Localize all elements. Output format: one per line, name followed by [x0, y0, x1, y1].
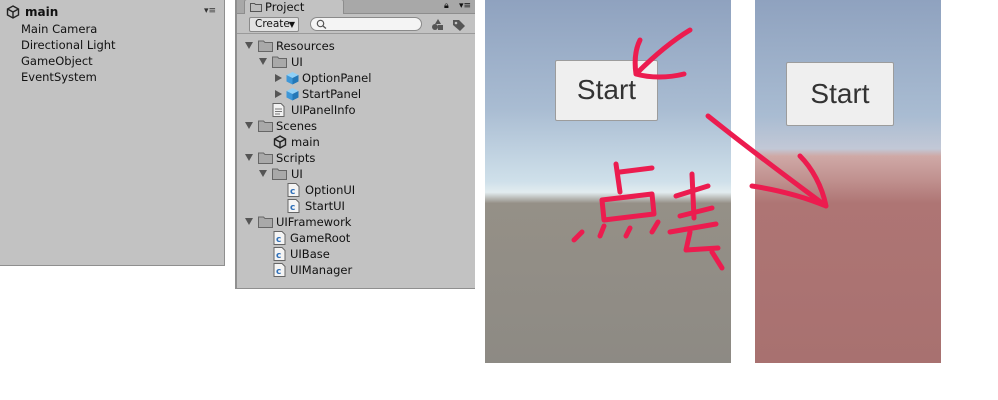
filter-by-label-icon[interactable] — [451, 17, 467, 32]
script-icon: c — [287, 183, 300, 197]
menu-icon[interactable]: ▾≡ — [204, 6, 216, 16]
folder-icon — [272, 168, 287, 180]
hierarchy-item-gameobject[interactable]: GameObject — [21, 53, 93, 69]
filter-by-type-icon[interactable] — [430, 17, 446, 32]
tree-label: StartPanel — [302, 87, 362, 101]
hierarchy-item-main-camera[interactable]: Main Camera — [21, 21, 97, 37]
folder-icon — [258, 120, 273, 132]
tree-label: OptionPanel — [302, 71, 372, 85]
expand-arrow-icon[interactable] — [245, 122, 253, 129]
tree-label: Scripts — [276, 151, 316, 165]
tree-label: Resources — [276, 39, 335, 53]
tree-label: UIFramework — [276, 215, 352, 229]
expand-arrow-icon[interactable] — [245, 154, 253, 161]
tab-label: Project — [265, 0, 305, 14]
game-view-after: Start — [755, 0, 941, 363]
script-icon: c — [273, 263, 286, 277]
tree-label: UIManager — [290, 263, 353, 277]
folder-icon — [258, 216, 273, 228]
svg-text:c: c — [276, 251, 281, 261]
script-icon: c — [273, 247, 286, 261]
game-view-before: Start — [485, 0, 731, 363]
search-input[interactable] — [310, 17, 422, 31]
tree-label: UIPanelInfo — [291, 103, 356, 117]
hierarchy-item-directional-light[interactable]: Directional Light — [21, 37, 116, 53]
chevron-down-icon: ▼ — [288, 20, 295, 29]
unity-scene-icon — [6, 5, 20, 19]
lock-icon[interactable]: 🔒︎ — [444, 1, 449, 11]
tree-label: UI — [291, 167, 303, 181]
project-tab-bar: Project 🔒︎ ▾≡ — [237, 0, 475, 14]
folder-icon — [258, 152, 273, 164]
tree-label: UIBase — [290, 247, 330, 261]
script-icon: c — [287, 199, 300, 213]
tree-label: GameRoot — [290, 231, 351, 245]
script-icon: c — [273, 231, 286, 245]
expand-arrow-icon[interactable] — [259, 170, 267, 177]
hierarchy-panel: main ▾≡ Main Camera Directional Light Ga… — [0, 0, 225, 266]
folder-icon — [250, 3, 262, 12]
start-button[interactable]: Start — [555, 60, 658, 121]
hierarchy-scene-header[interactable]: main ▾≡ — [0, 4, 224, 21]
expand-arrow-icon[interactable] — [245, 218, 253, 225]
expand-arrow-icon[interactable] — [245, 42, 253, 49]
expand-arrow-icon[interactable] — [259, 58, 267, 65]
prefab-cube-icon — [286, 88, 299, 101]
create-button[interactable]: Create ▼ — [249, 17, 299, 32]
project-toolbar: Create ▼ — [237, 15, 475, 34]
project-panel: Project 🔒︎ ▾≡ Create ▼ Resources UI Opti… — [235, 0, 475, 289]
start-button[interactable]: Start — [786, 62, 894, 126]
expand-arrow-icon[interactable] — [275, 74, 282, 82]
svg-text:c: c — [276, 267, 281, 277]
tree-label: StartUI — [305, 199, 345, 213]
tree-label: UI — [291, 55, 303, 69]
tree-label: main — [291, 135, 320, 149]
folder-icon — [272, 56, 287, 68]
create-label: Create — [255, 18, 290, 30]
text-asset-icon — [272, 103, 285, 117]
svg-text:c: c — [276, 235, 281, 245]
unity-scene-icon — [273, 135, 287, 149]
prefab-cube-icon — [286, 72, 299, 85]
svg-text:c: c — [290, 187, 295, 197]
expand-arrow-icon[interactable] — [275, 90, 282, 98]
hierarchy-item-eventsystem[interactable]: EventSystem — [21, 69, 97, 85]
search-icon — [316, 19, 327, 29]
tree-label: Scenes — [276, 119, 318, 133]
svg-text:c: c — [290, 203, 295, 213]
folder-icon — [258, 40, 273, 52]
tree-label: OptionUI — [305, 183, 356, 197]
menu-icon[interactable]: ▾≡ — [459, 1, 471, 11]
scene-name: main — [25, 5, 59, 19]
tab-project[interactable]: Project — [244, 0, 344, 14]
